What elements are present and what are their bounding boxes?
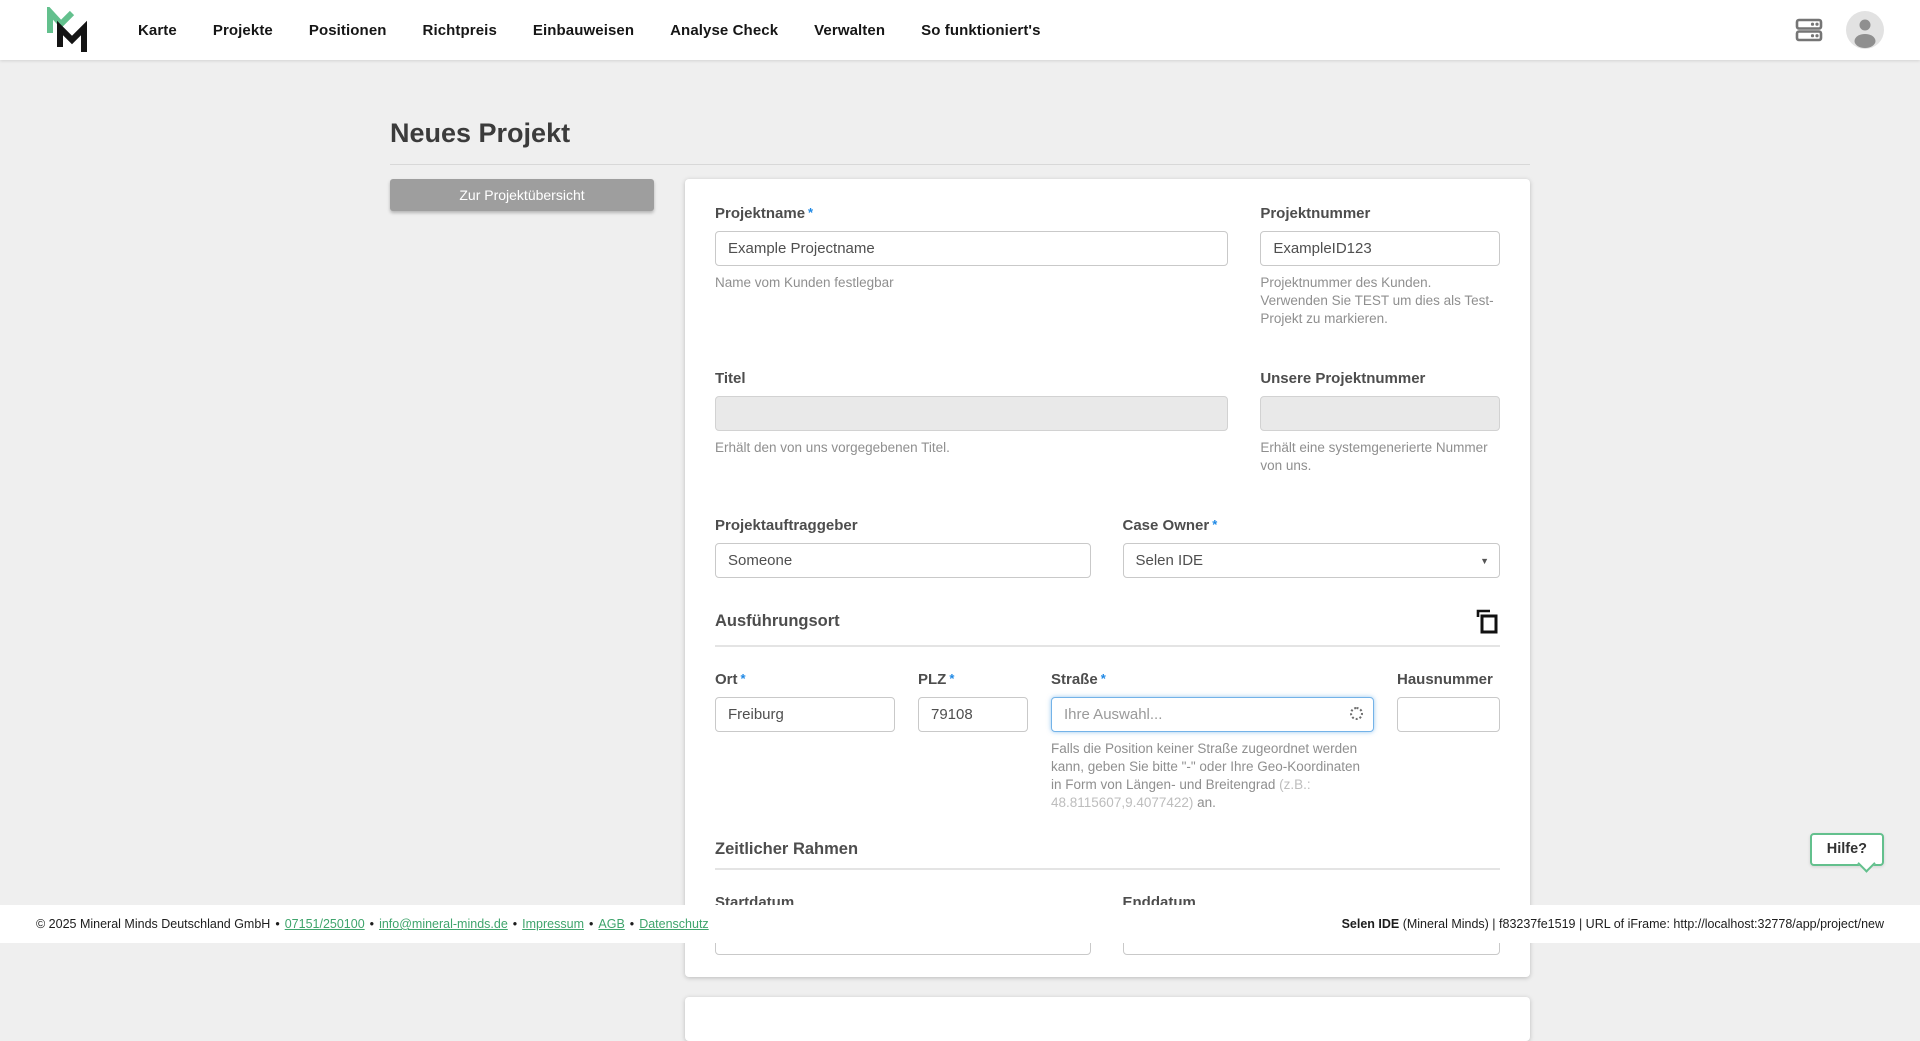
strasse-helper-main: Falls die Position keiner Straße zugeord… xyxy=(1051,741,1360,792)
footer-link-datenschutz[interactable]: Datenschutz xyxy=(639,917,708,931)
strasse-input[interactable] xyxy=(1051,697,1374,732)
field-titel: Titel Erhält den von uns vorgegebenen Ti… xyxy=(715,370,1228,475)
projektnummer-helper: Projektnummer des Kunden. Verwenden Sie … xyxy=(1260,274,1500,328)
nav-item-projekte[interactable]: Projekte xyxy=(213,22,273,39)
field-plz: PLZ* xyxy=(918,671,1028,812)
footer-separator: • xyxy=(275,917,279,931)
footer-separator: • xyxy=(513,917,517,931)
footer-separator: • xyxy=(370,917,374,931)
required-asterisk: * xyxy=(1212,517,1217,532)
titel-helper: Erhält den von uns vorgegebenen Titel. xyxy=(715,439,1228,457)
strasse-helper: Falls die Position keiner Straße zugeord… xyxy=(1051,740,1374,812)
field-unsere-projektnummer: Unsere Projektnummer Erhält eine systemg… xyxy=(1260,370,1500,475)
section-zeitlicher-rahmen-header: Zeitlicher Rahmen xyxy=(715,840,1500,870)
projektnummer-label: Projektnummer xyxy=(1260,205,1500,222)
projektname-helper: Name vom Kunden festlegbar xyxy=(715,274,1228,292)
topbar-right-actions xyxy=(1794,11,1884,49)
field-ort: Ort* xyxy=(715,671,895,812)
required-asterisk: * xyxy=(949,671,954,686)
case-owner-label: Case Owner xyxy=(1123,517,1210,534)
nav-item-verwalten[interactable]: Verwalten xyxy=(814,22,885,39)
required-asterisk: * xyxy=(1101,671,1106,686)
strasse-label: Straße xyxy=(1051,671,1098,688)
nav-item-positionen[interactable]: Positionen xyxy=(309,22,387,39)
unsere-projektnummer-helper: Erhält eine systemgenerierte Nummer von … xyxy=(1260,439,1500,475)
projektnummer-input[interactable] xyxy=(1260,231,1500,266)
new-project-form-card: Projektname* Name vom Kunden festlegbar … xyxy=(685,179,1530,977)
case-owner-selected-value: Selen IDE xyxy=(1136,552,1204,569)
projektname-input[interactable] xyxy=(715,231,1228,266)
back-to-project-overview-button[interactable]: Zur Projektübersicht xyxy=(390,179,654,211)
chevron-down-icon: ▼ xyxy=(1480,556,1489,566)
loading-spinner-icon xyxy=(1350,707,1363,720)
projektname-label: Projektname xyxy=(715,205,805,222)
field-case-owner: Case Owner* Selen IDE ▼ xyxy=(1123,517,1501,578)
nav-item-so-funktionierts[interactable]: So funktioniert's xyxy=(921,22,1040,39)
server-icon-glyph xyxy=(1794,15,1824,45)
section-ausfuehrungsort-header: Ausführungsort xyxy=(715,608,1500,647)
required-asterisk: * xyxy=(808,205,813,220)
projektauftraggeber-label: Projektauftraggeber xyxy=(715,517,1091,534)
nav-item-richtpreis[interactable]: Richtpreis xyxy=(423,22,497,39)
hausnummer-label: Hausnummer xyxy=(1397,671,1500,688)
field-projektauftraggeber: Projektauftraggeber xyxy=(715,517,1091,578)
titel-input xyxy=(715,396,1228,431)
main-nav: Karte Projekte Positionen Richtpreis Ein… xyxy=(138,22,1041,39)
footer-session-details: (Mineral Minds) | f83237fe1519 | URL of … xyxy=(1399,917,1884,931)
nav-item-analyse-check[interactable]: Analyse Check xyxy=(670,22,778,39)
footer-link-agb[interactable]: AGB xyxy=(598,917,624,931)
ort-input[interactable] xyxy=(715,697,895,732)
footer: © 2025 Mineral Minds Deutschland GmbH • 07… xyxy=(0,905,1920,943)
copy-address-button[interactable] xyxy=(1474,608,1500,636)
ort-label: Ort xyxy=(715,671,738,688)
nav-item-karte[interactable]: Karte xyxy=(138,22,177,39)
footer-link-phone[interactable]: 07151/250100 xyxy=(285,917,365,931)
footer-separator: • xyxy=(589,917,593,931)
footer-link-email[interactable]: info@mineral-minds.de xyxy=(379,917,508,931)
title-divider xyxy=(390,164,1530,165)
footer-user-name: Selen IDE xyxy=(1342,917,1400,931)
brand-logo[interactable] xyxy=(46,7,90,53)
titel-label: Titel xyxy=(715,370,1228,387)
copy-icon xyxy=(1475,608,1499,635)
field-hausnummer: Hausnummer xyxy=(1397,671,1500,812)
unsere-projektnummer-input xyxy=(1260,396,1500,431)
help-button[interactable]: Hilfe? xyxy=(1810,833,1884,866)
plz-input[interactable] xyxy=(918,697,1028,732)
section-zeitlicher-rahmen-title: Zeitlicher Rahmen xyxy=(715,840,858,859)
footer-copyright: © 2025 Mineral Minds Deutschland GmbH xyxy=(36,917,270,931)
page-content: Neues Projekt Zur Projektübersicht Proje… xyxy=(0,60,1920,1041)
strasse-helper-suffix: an. xyxy=(1193,795,1216,810)
hausnummer-input[interactable] xyxy=(1397,697,1500,732)
unsere-projektnummer-label: Unsere Projektnummer xyxy=(1260,370,1500,387)
server-status-icon[interactable] xyxy=(1794,15,1824,45)
user-avatar[interactable] xyxy=(1846,11,1884,49)
page-title: Neues Projekt xyxy=(390,118,1530,149)
footer-link-impressum[interactable]: Impressum xyxy=(522,917,584,931)
projektauftraggeber-input[interactable] xyxy=(715,543,1091,578)
mineral-minds-logo-icon xyxy=(46,7,90,53)
person-icon xyxy=(1846,11,1884,49)
case-owner-select[interactable]: Selen IDE ▼ xyxy=(1123,543,1501,578)
footer-left: © 2025 Mineral Minds Deutschland GmbH • 07… xyxy=(36,917,709,931)
field-projektnummer: Projektnummer Projektnummer des Kunden. … xyxy=(1260,205,1500,328)
footer-separator: • xyxy=(630,917,634,931)
footer-session-info: Selen IDE (Mineral Minds) | f83237fe1519… xyxy=(1342,917,1884,931)
next-card-partial xyxy=(685,997,1530,1041)
nav-item-einbauweisen[interactable]: Einbauweisen xyxy=(533,22,634,39)
required-asterisk: * xyxy=(741,671,746,686)
field-strasse: Straße* Falls die Position keiner Straße… xyxy=(1051,671,1374,812)
section-ausfuehrungsort-title: Ausführungsort xyxy=(715,612,840,631)
left-column: Zur Projektübersicht xyxy=(390,179,654,211)
field-projektname: Projektname* Name vom Kunden festlegbar xyxy=(715,205,1228,328)
plz-label: PLZ xyxy=(918,671,946,688)
top-navigation-bar: Karte Projekte Positionen Richtpreis Ein… xyxy=(0,0,1920,60)
